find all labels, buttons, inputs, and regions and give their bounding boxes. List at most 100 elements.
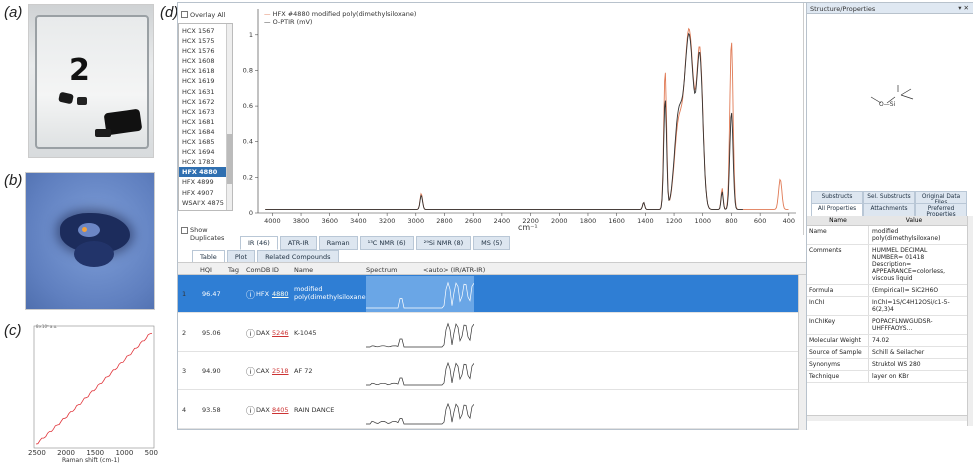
results-scrollbar[interactable] bbox=[798, 275, 806, 430]
library-list[interactable]: HCX 1567 HCX 1575 HCX 1576 HCX 1608 HCX 1618… bbox=[178, 23, 233, 211]
show-duplicates-option[interactable]: Show Duplicates bbox=[178, 225, 233, 245]
row-id-link[interactable]: 8405 bbox=[272, 406, 289, 414]
library-item[interactable]: HFX 4880 bbox=[179, 167, 232, 178]
library-item[interactable]: HCX 1608 bbox=[179, 56, 232, 66]
x-tick-label: 1200 bbox=[666, 217, 683, 225]
technique-tab[interactable]: MS (5) bbox=[473, 236, 511, 250]
row-info-icon[interactable]: ⓘ bbox=[246, 404, 255, 417]
property-name: Formula bbox=[807, 285, 869, 296]
overlay-all-option[interactable]: Overlay All bbox=[178, 8, 233, 22]
col-id[interactable]: ID bbox=[272, 266, 279, 274]
col-name[interactable]: Name bbox=[294, 266, 313, 274]
x-tick-label: 3600 bbox=[321, 217, 338, 225]
property-row[interactable]: Name modified poly(dimethylsiloxane) bbox=[807, 226, 967, 245]
library-item[interactable]: HCX 1575 bbox=[179, 36, 232, 46]
x-tick-label: 400 bbox=[783, 217, 795, 225]
col-comdb[interactable]: ComDB bbox=[246, 266, 270, 274]
library-item[interactable]: WSAI'X 4875 bbox=[179, 198, 232, 208]
x-tick-label: 600 bbox=[754, 217, 766, 225]
result-row[interactable]: 3 94.90 ⓘ CAX 2518 AF 72 bbox=[178, 352, 806, 390]
spectrum-chart[interactable]: 4000 3800 3600 3400 3200 3000 2800 2600 2400 2200… bbox=[236, 3, 804, 235]
structure-header: Structure/Properties ▾ ✕ bbox=[807, 3, 973, 14]
property-name: Technique bbox=[807, 371, 869, 382]
property-value: HUMMEL DECIMAL NUMBER= 01418 Description… bbox=[872, 247, 946, 282]
x-tick-label: 2800 bbox=[436, 217, 453, 225]
row-db: CAX bbox=[256, 367, 270, 375]
technique-tab[interactable]: ¹³C NMR (6) bbox=[359, 236, 414, 250]
library-item[interactable]: HCX 1618 bbox=[179, 66, 232, 76]
molecule-label: O—Si bbox=[879, 101, 896, 108]
results-header: HQI Tag ComDB ID Name Spectrum <auto> (I… bbox=[178, 263, 806, 275]
x-tick-label: 3200 bbox=[379, 217, 396, 225]
property-name: InChI bbox=[807, 297, 869, 315]
row-info-icon[interactable]: ⓘ bbox=[246, 288, 255, 301]
x-tick-label: 1400 bbox=[637, 217, 654, 225]
legend-reference-swatch: — bbox=[264, 10, 271, 18]
col-hqi[interactable]: HQI bbox=[200, 266, 212, 274]
result-row[interactable]: 1 96.47 ⓘ HFX 4880 modified poly(dimethylsilo… bbox=[178, 275, 806, 313]
technique-tab[interactable]: ²⁹Si NMR (8) bbox=[415, 236, 472, 250]
library-item[interactable]: HFX 4907 bbox=[179, 188, 232, 198]
panel-pin-close-icon[interactable]: ▾ ✕ bbox=[958, 4, 969, 12]
library-item[interactable]: HCX 1576 bbox=[179, 46, 232, 56]
properties-h-scrollbar[interactable] bbox=[807, 415, 967, 421]
library-item[interactable]: HCX 1631 bbox=[179, 87, 232, 97]
x-tick-label: 1600 bbox=[608, 217, 625, 225]
library-item[interactable]: HCX 1681 bbox=[179, 117, 232, 127]
sample-number: 2 bbox=[69, 53, 90, 88]
row-info-icon[interactable]: ⓘ bbox=[246, 365, 255, 378]
legend-reference-label: HFX #4880 modified poly(dimethylsiloxane… bbox=[272, 10, 417, 18]
row-hqi: 94.90 bbox=[202, 367, 221, 375]
legend-sample-swatch: — bbox=[264, 18, 271, 26]
y-tick-label: 1 bbox=[249, 31, 253, 39]
row-id-link[interactable]: 2518 bbox=[272, 367, 289, 375]
library-item[interactable]: HCX 1685 bbox=[179, 137, 232, 147]
property-row[interactable]: InChI InChI=1S/C4H12OSi/c1-5-6(2,3)4 bbox=[807, 297, 967, 316]
molecule-structure: O—Si bbox=[867, 83, 917, 123]
result-row[interactable]: 2 95.06 ⓘ DAX 5246 K-1045 bbox=[178, 314, 806, 352]
show-duplicates-checkbox[interactable] bbox=[181, 227, 188, 234]
property-row[interactable]: Comments HUMMEL DECIMAL NUMBER= 01418 Des… bbox=[807, 245, 967, 285]
x-tick-label: 2400 bbox=[494, 217, 511, 225]
library-item[interactable]: HCX 1673 bbox=[179, 107, 232, 117]
technique-tab[interactable]: Raman bbox=[318, 236, 358, 250]
technique-tab[interactable]: ATR-IR bbox=[279, 236, 317, 250]
row-id-link[interactable]: 5246 bbox=[272, 329, 289, 337]
property-row[interactable]: Source of Sample Schill & Seilacher bbox=[807, 347, 967, 359]
property-row[interactable]: Molecular Weight 74.02 bbox=[807, 335, 967, 347]
property-row[interactable]: Formula (Empirical)= SiC2H6O bbox=[807, 285, 967, 297]
property-row[interactable]: Synonyms Struktol WS 280 bbox=[807, 359, 967, 371]
properties-table: Name modified poly(dimethylsiloxane) Comme… bbox=[807, 226, 967, 383]
raman-x-tick: 500 bbox=[144, 449, 158, 457]
library-item[interactable]: HCX 1783 bbox=[179, 157, 232, 167]
legend-sample-label: O-PTIR (mV) bbox=[272, 18, 313, 26]
software-window: Overlay All HCX 1567 HCX 1575 HCX 1576 HCX … bbox=[177, 2, 973, 430]
library-scrollbar[interactable] bbox=[226, 24, 232, 210]
row-id-link[interactable]: 4880 bbox=[272, 290, 289, 298]
library-item[interactable]: HCX 1694 bbox=[179, 147, 232, 157]
overlay-all-checkbox[interactable] bbox=[181, 11, 188, 18]
library-item[interactable]: HCX 1672 bbox=[179, 97, 232, 107]
property-row[interactable]: InChIKey POPACFLNWGUDSR-UHFFFAOYS... bbox=[807, 316, 967, 335]
library-item[interactable]: HCX 1567 bbox=[179, 26, 232, 36]
result-row[interactable]: 4 93.58 ⓘ DAX 8405 RAIN DANCE bbox=[178, 391, 806, 429]
row-number: 2 bbox=[182, 328, 187, 337]
row-hqi: 95.06 bbox=[202, 328, 221, 337]
col-spectrum[interactable]: Spectrum bbox=[366, 266, 398, 274]
library-item[interactable]: HCX 1619 bbox=[179, 76, 232, 86]
library-scroll-thumb[interactable] bbox=[227, 134, 232, 184]
row-info-icon[interactable]: ⓘ bbox=[246, 327, 255, 340]
row-hqi: 93.58 bbox=[202, 405, 221, 414]
technique-tab[interactable]: IR (46) bbox=[240, 236, 278, 250]
property-row[interactable]: Technique layer on KBr bbox=[807, 371, 967, 383]
results-table: HQI Tag ComDB ID Name Spectrum <auto> (I… bbox=[178, 262, 806, 430]
x-tick-label: 2000 bbox=[551, 217, 568, 225]
y-tick-label: 0 bbox=[249, 209, 253, 217]
library-item[interactable]: HFX 4899 bbox=[179, 177, 232, 187]
library-item[interactable]: HCX 1684 bbox=[179, 127, 232, 137]
properties-scrollbar[interactable] bbox=[967, 216, 973, 426]
col-tag[interactable]: Tag bbox=[228, 266, 239, 274]
raman-x-label: Raman shift (cm-1) bbox=[62, 457, 120, 464]
property-value: (Empirical)= SiC2H6O bbox=[872, 287, 939, 294]
raman-x-tick: 2000 bbox=[57, 449, 75, 457]
